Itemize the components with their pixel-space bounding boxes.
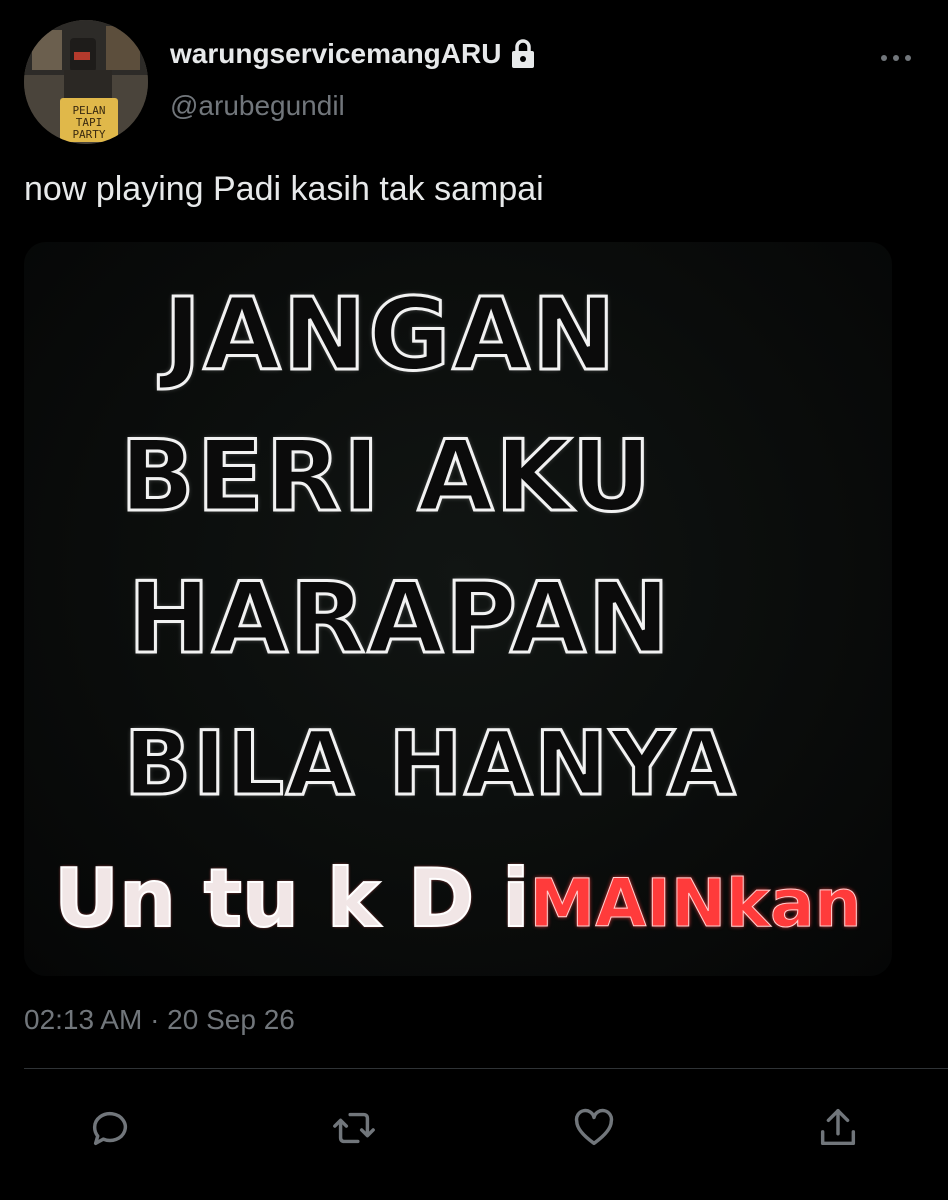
share-icon: [820, 1109, 856, 1146]
share-button[interactable]: [810, 1100, 866, 1156]
divider: [24, 1068, 948, 1069]
reply-icon: [92, 1111, 128, 1146]
media-text-line-1: JANGAN: [163, 275, 618, 395]
user-handle[interactable]: @arubegundil: [170, 90, 345, 122]
media-text-line-2: BERI AKU: [119, 419, 654, 536]
retweet-button[interactable]: [326, 1100, 382, 1156]
protected-lock-icon: [509, 39, 537, 69]
media-text-line-3: HARAPAN: [127, 561, 672, 678]
media-text-line-5: Un tu k D iMAINkan: [53, 851, 892, 946]
avatar-plate-text-3: PARTY: [72, 128, 105, 141]
retweet-icon: [333, 1112, 375, 1144]
display-name[interactable]: warungservicemangARU: [170, 38, 501, 70]
media-text-line-5a: Un tu k D i: [53, 851, 531, 946]
tweet-timestamp[interactable]: 02:13 AM · 20 Sep 26: [24, 1004, 295, 1036]
more-options-icon[interactable]: [878, 48, 914, 68]
avatar[interactable]: PELAN TAPI PARTY: [24, 20, 148, 144]
tweet-action-bar: [0, 1100, 948, 1160]
avatar-image: PELAN TAPI PARTY: [24, 20, 148, 144]
media-text-line-4: BILA HANYA: [123, 711, 738, 817]
tweet-text: now playing Padi kasih tak sampai: [24, 170, 544, 208]
tweet-media-image[interactable]: JANGAN BERI AKU HARAPAN BILA HANYA Un tu…: [24, 242, 892, 976]
reply-button[interactable]: [82, 1100, 138, 1156]
like-icon: [574, 1108, 614, 1146]
display-name-row[interactable]: warungservicemangARU: [170, 38, 537, 70]
like-button[interactable]: [566, 1100, 622, 1156]
media-text-line-5b: MAINkan: [529, 865, 862, 943]
